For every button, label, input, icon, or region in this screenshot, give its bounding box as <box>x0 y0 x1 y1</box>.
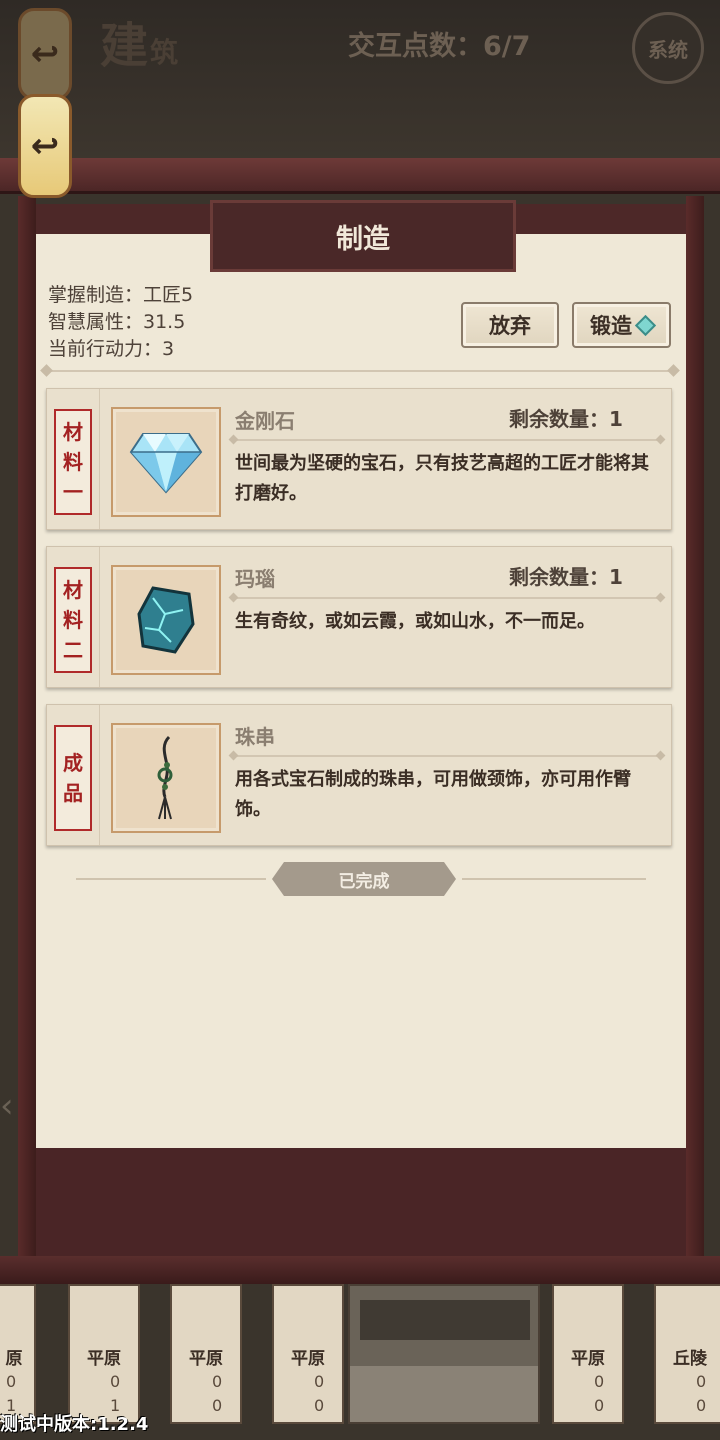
product-tag: 成品 <box>54 725 92 831</box>
item-description: 生有奇纹，或如云霞，或如山水，不一而足。 <box>235 611 595 632</box>
divider <box>46 370 674 372</box>
give-up-button[interactable]: 放弃 <box>461 302 559 348</box>
material-tag: 材料二 <box>54 567 92 673</box>
wisdom-stat: 智慧属性：31.5 <box>48 311 186 333</box>
item-description: 用各式宝石制成的珠串，可用做颈饰，亦可用作臂饰。 <box>235 769 631 820</box>
forge-label: 锻造 <box>590 314 632 338</box>
material-card-1[interactable]: 材料一 金刚石 剩余数量：1 世间最为坚硬的宝石，只有技艺高超的工匠才能将其打磨… <box>46 388 672 530</box>
gate-post-right <box>686 196 704 1256</box>
map-tile[interactable]: 平原 0 0 <box>552 1284 624 1424</box>
item-name: 珠串 <box>235 725 275 749</box>
material-tag: 材料一 <box>54 409 92 515</box>
back-button-secondary[interactable]: ↩ <box>18 8 72 100</box>
gate-top-beam <box>0 158 720 194</box>
map-tile[interactable]: 平原 0 0 <box>272 1284 344 1424</box>
dialog-bottom-panel <box>36 1148 686 1256</box>
version-label: 测试中版本:1.2.4 <box>0 1414 149 1435</box>
dialog-title: 制造 <box>210 200 516 272</box>
map-tile[interactable]: 平原 0 1 <box>68 1284 140 1424</box>
map-tile[interactable]: 丘陵 0 0 <box>654 1284 720 1424</box>
completed-status: 已完成 <box>76 862 646 896</box>
back-arrow-icon: ↩ <box>30 34 60 74</box>
agate-stone-icon <box>111 565 221 675</box>
craft-level: 掌握制造：工匠5 <box>48 284 194 306</box>
completed-label: 已完成 <box>272 862 456 896</box>
item-description: 世间最为坚硬的宝石，只有技艺高超的工匠才能将其打磨好。 <box>235 453 649 504</box>
item-name: 玛瑙 <box>235 567 275 591</box>
map-tile[interactable]: 原 0 1 <box>0 1284 36 1424</box>
action-points: 当前行动力：3 <box>48 338 175 360</box>
left-arrow-icon[interactable]: ‹ <box>0 1086 14 1126</box>
item-quantity: 剩余数量：1 <box>509 407 623 431</box>
interaction-points: 交互点数：6/7 <box>348 31 531 62</box>
system-button[interactable]: 系统 <box>632 12 704 84</box>
back-arrow-icon: ↩ <box>30 126 60 166</box>
product-card[interactable]: 成品 珠串 用各式宝石制成的珠串，可用做颈饰，亦可用作臂饰。 <box>46 704 672 846</box>
bead-string-icon <box>111 723 221 833</box>
forge-button[interactable]: 锻造 <box>572 302 671 348</box>
gate-post-left <box>18 196 36 1256</box>
material-card-2[interactable]: 材料二 玛瑙 剩余数量：1 生有奇纹，或如云霞，或如山水，不一而足。 <box>46 546 672 688</box>
craft-stats: 掌握制造：工匠5 智慧属性：31.5 当前行动力：3 <box>48 282 193 363</box>
item-quantity: 剩余数量：1 <box>509 565 623 589</box>
back-button[interactable]: ↩ <box>18 94 72 198</box>
gate-bottom-beam <box>0 1256 720 1284</box>
item-name: 金刚石 <box>235 409 295 433</box>
map-tile[interactable]: 平原 0 0 <box>170 1284 242 1424</box>
diamond-gem-icon <box>111 407 221 517</box>
building-title: 建筑 <box>100 18 181 74</box>
gem-icon <box>634 314 657 336</box>
town-scene[interactable] <box>348 1284 540 1424</box>
